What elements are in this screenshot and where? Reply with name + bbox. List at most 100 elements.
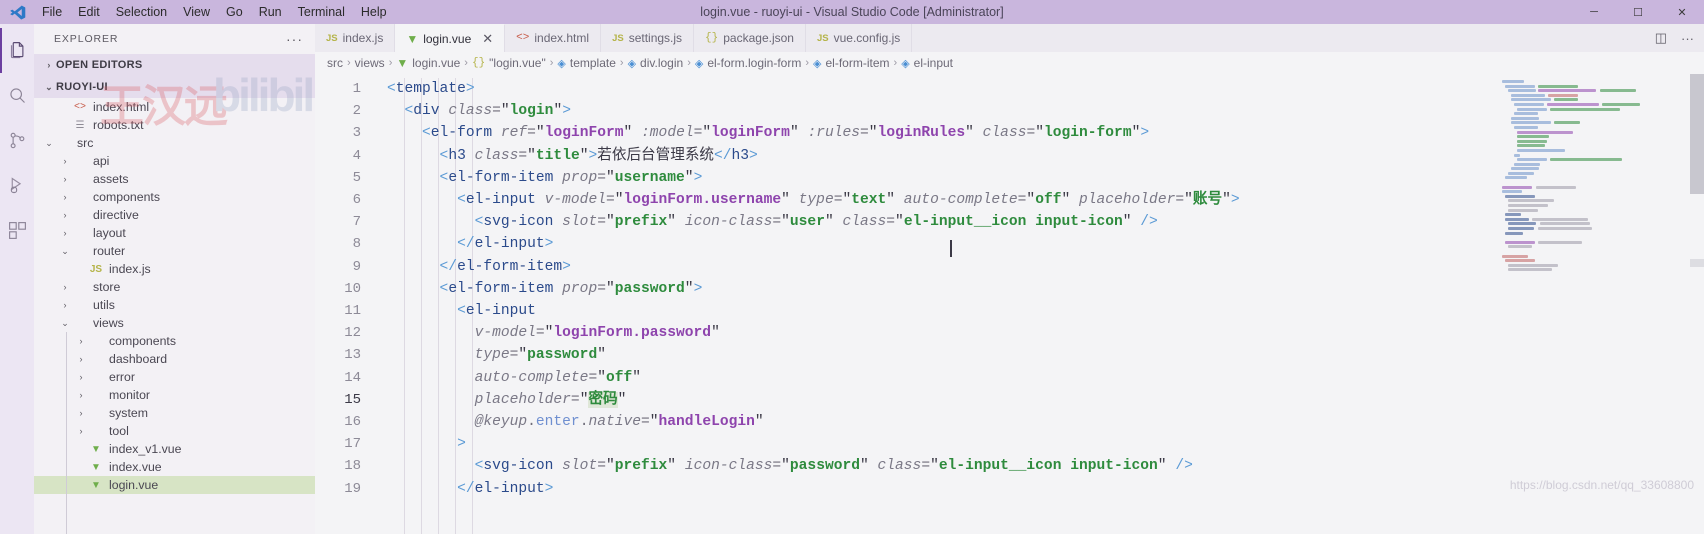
breadcrumb-item-login-vue[interactable]: ▼ login.vue [396, 56, 460, 70]
tree-folder-components[interactable]: › components [34, 188, 315, 206]
breadcrumb-item-template[interactable]: ◈ template [557, 56, 616, 70]
chevron-right-icon: › [79, 354, 83, 364]
minimap-line [1502, 176, 1694, 180]
tree-file-robots-txt[interactable]: ☰ robots.txt [34, 116, 315, 134]
tree-folder-assets[interactable]: › assets [34, 170, 315, 188]
tree-folder-utils[interactable]: › utils [34, 296, 315, 314]
tree-folder-dashboard[interactable]: › dashboard [34, 350, 315, 368]
menu-help[interactable]: Help [353, 2, 395, 22]
tree-item-label: robots.txt [93, 118, 144, 132]
source-code[interactable]: <template> <div class="login"> <el-form … [373, 78, 1474, 500]
menu-edit[interactable]: Edit [70, 2, 108, 22]
maximize-button[interactable]: ☐ [1616, 0, 1660, 24]
breadcrumb-item-views[interactable]: views [355, 56, 385, 70]
explorer-more-icon[interactable]: ··· [286, 31, 309, 47]
minimap-line [1502, 116, 1694, 120]
tab-package-json[interactable]: {} package.json [694, 24, 806, 52]
breadcrumb-item-el-input[interactable]: ◈ el-input [901, 56, 953, 70]
tab-index-js[interactable]: JS index.js [315, 24, 396, 52]
tree-folder-store[interactable]: › store [34, 278, 315, 296]
tree-folder-system[interactable]: › system [34, 404, 315, 422]
editor-more-actions-icon[interactable]: ··· [1681, 31, 1694, 46]
tab-login-vue[interactable]: ▼ login.vue ✕ [395, 24, 506, 52]
code-line: > [457, 436, 466, 453]
chevron-right-icon: › [63, 174, 67, 184]
tree-file-index-html[interactable]: <> index.html [34, 98, 315, 116]
js-icon: JS [326, 32, 338, 44]
tree-folder-monitor[interactable]: › monitor [34, 386, 315, 404]
tree-file-index-vue[interactable]: ▼ index.vue [34, 458, 315, 476]
section-ruoyi-ui[interactable]: ⌄ RUOYI-UI [34, 76, 315, 98]
tree-item-label: tool [109, 424, 129, 438]
code-editor[interactable]: 1 2 3 4 5 6 7 8 9 10 11 12 13 14 15 16 17 18 19 <template>… [315, 74, 1704, 534]
code-line: <div class="login"> [404, 103, 571, 120]
tree-folder-layout[interactable]: › layout [34, 224, 315, 242]
tab-settings-js[interactable]: JS settings.js [601, 24, 695, 52]
breadcrumb-separator: › [687, 57, 691, 69]
breadcrumb-item-div-login[interactable]: ◈ div.login [628, 56, 684, 70]
search-icon[interactable] [0, 73, 34, 118]
run-debug-icon[interactable] [0, 163, 34, 208]
minimap-line [1502, 268, 1694, 272]
extensions-icon[interactable] [0, 208, 34, 253]
tree-folder-tool[interactable]: › tool [34, 422, 315, 440]
menu-selection[interactable]: Selection [108, 2, 175, 22]
minimap-line [1502, 254, 1694, 258]
tree-item-label: components [109, 334, 176, 348]
tree-file-index-v1-vue[interactable]: ▼ index_v1.vue [34, 440, 315, 458]
minimap-line [1502, 245, 1694, 249]
breadcrumb: src › views › ▼ login.vue ›{} "login.vue" › ◈ temp… [315, 52, 1704, 74]
minimap[interactable] [1474, 74, 1704, 534]
menu-terminal[interactable]: Terminal [290, 2, 353, 22]
source-control-icon[interactable] [0, 118, 34, 163]
breadcrumb-label: views [354, 56, 385, 70]
code-line: <el-input v-model="loginForm.username" t… [457, 192, 1240, 209]
tree-folder-error[interactable]: › error [34, 368, 315, 386]
breadcrumb-separator: › [805, 57, 810, 69]
line-number: 9 [352, 258, 361, 275]
breadcrumb-item-el-form-login-form[interactable]: ◈ el-form.login-form [695, 56, 802, 70]
menu-view[interactable]: View [175, 2, 218, 22]
tab-vue-config-js[interactable]: JS vue.config.js [805, 24, 913, 52]
tab-close-icon[interactable]: ✕ [482, 32, 493, 45]
vue-icon: ▼ [406, 31, 419, 46]
breadcrumb-item-src[interactable]: src [327, 56, 343, 70]
minimap-line [1502, 80, 1694, 83]
tree-folder-components[interactable]: › components [34, 332, 315, 350]
tree-file-login-vue[interactable]: ▼ login.vue [34, 476, 315, 494]
breadcrumb-separator: › [619, 57, 624, 69]
symbol-icon: ◈ [627, 57, 637, 70]
split-editor-icon[interactable]: ◫ [1655, 30, 1667, 46]
tree-file-index-js[interactable]: JS index.js [34, 260, 315, 278]
section-open-editors[interactable]: › OPEN EDITORS [34, 54, 315, 76]
tree-item-label: views [93, 316, 124, 330]
tab-bar-actions: ◫ ··· [912, 24, 1704, 52]
close-button[interactable]: ✕ [1660, 0, 1704, 24]
tab-index-html[interactable]: <> index.html [505, 24, 602, 52]
breadcrumb-item--login-vue-[interactable]: {} "login.vue" [472, 56, 546, 70]
tree-folder-views[interactable]: ⌄ views [34, 314, 315, 332]
explorer-icon[interactable] [0, 28, 34, 73]
minimap-scrollbar[interactable] [1690, 74, 1704, 194]
line-number: 6 [352, 192, 361, 209]
menu-run[interactable]: Run [251, 2, 290, 22]
minimap-line [1502, 194, 1694, 198]
minimap-line [1502, 231, 1694, 235]
vue-icon: ▼ [91, 479, 101, 491]
json-icon: {} [471, 57, 486, 69]
json-icon: {} [705, 32, 719, 44]
minimize-button[interactable]: ─ [1572, 0, 1616, 24]
menu-go[interactable]: Go [218, 2, 251, 22]
window-controls[interactable]: ─ ☐ ✕ [1572, 0, 1704, 24]
breadcrumb-label: el-input [913, 56, 954, 70]
tree-item-label: monitor [109, 388, 151, 402]
tree-folder-src[interactable]: ⌄ src [34, 134, 315, 152]
tree-folder-api[interactable]: › api [34, 152, 315, 170]
tree-folder-directive[interactable]: › directive [34, 206, 315, 224]
code-content[interactable]: <template> <div class="login"> <el-form … [373, 74, 1474, 534]
breadcrumb-item-el-form-item[interactable]: ◈ el-form-item [813, 56, 889, 70]
menu-bar[interactable]: File Edit Selection View Go Run Terminal… [34, 2, 395, 22]
tree-item-label: error [109, 370, 135, 384]
tree-folder-router[interactable]: ⌄ router [34, 242, 315, 260]
menu-file[interactable]: File [34, 2, 70, 22]
